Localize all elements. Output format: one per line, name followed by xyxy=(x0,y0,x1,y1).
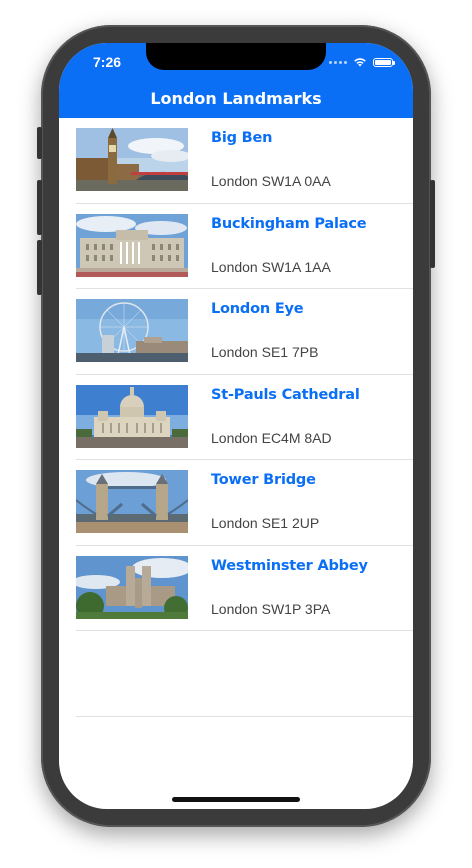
landmark-postcode: London SE1 2UP xyxy=(211,515,320,531)
mute-switch xyxy=(37,127,42,159)
westminster-abbey-photo xyxy=(76,555,188,619)
volume-up-button xyxy=(37,180,42,235)
list-item-st-pauls-cathedral[interactable]: St-Pauls Cathedral London EC4M 8AD xyxy=(76,375,413,460)
landmark-name: Big Ben xyxy=(211,130,273,146)
landmark-name: London Eye xyxy=(211,301,304,317)
landmark-postcode: London SW1P 3PA xyxy=(211,600,331,617)
empty-row xyxy=(59,631,413,717)
list-item-buckingham-palace[interactable]: Buckingham Palace London SW1A 1AA xyxy=(76,204,413,289)
landmark-list[interactable]: Big Ben London SW1A 0AA Buckingham Palac… xyxy=(59,118,413,717)
st-pauls-photo xyxy=(76,384,188,448)
list-item-big-ben[interactable]: Big Ben London SW1A 0AA xyxy=(76,118,413,204)
landmark-postcode: London SW1A 0AA xyxy=(211,173,331,189)
landmark-postcode: London EC4M 8AD xyxy=(211,429,332,446)
screen: 7:26 London Landmarks Big Ben London SW1… xyxy=(59,43,413,809)
notch xyxy=(146,43,326,70)
landmark-name: St-Pauls Cathedral xyxy=(211,386,360,403)
status-time: 7:26 xyxy=(93,54,122,70)
landmark-postcode: London SW1A 1AA xyxy=(211,258,331,275)
status-icons xyxy=(329,57,395,67)
volume-down-button xyxy=(37,240,42,295)
page-title: London Landmarks xyxy=(150,89,322,108)
big-ben-photo xyxy=(76,128,188,191)
row-separator xyxy=(76,715,413,717)
battery-icon xyxy=(373,57,395,67)
signal-icon xyxy=(329,60,347,64)
london-eye-photo xyxy=(76,299,188,362)
buckingham-palace-photo xyxy=(76,213,188,277)
wifi-icon xyxy=(354,58,366,67)
list-item-westminster-abbey[interactable]: Westminster Abbey London SW1P 3PA xyxy=(76,546,413,631)
landmark-name: Westminster Abbey xyxy=(211,557,368,574)
list-item-london-eye[interactable]: London Eye London SE1 7PB xyxy=(76,289,413,375)
list-item-tower-bridge[interactable]: Tower Bridge London SE1 2UP xyxy=(76,460,413,546)
tower-bridge-photo xyxy=(76,470,188,533)
landmark-name: Tower Bridge xyxy=(211,472,316,488)
landmark-postcode: London SE1 7PB xyxy=(211,344,319,360)
navigation-bar: 7:26 London Landmarks xyxy=(59,43,413,118)
power-button xyxy=(430,180,435,268)
landmark-name: Buckingham Palace xyxy=(211,215,367,232)
home-indicator[interactable] xyxy=(172,797,300,802)
